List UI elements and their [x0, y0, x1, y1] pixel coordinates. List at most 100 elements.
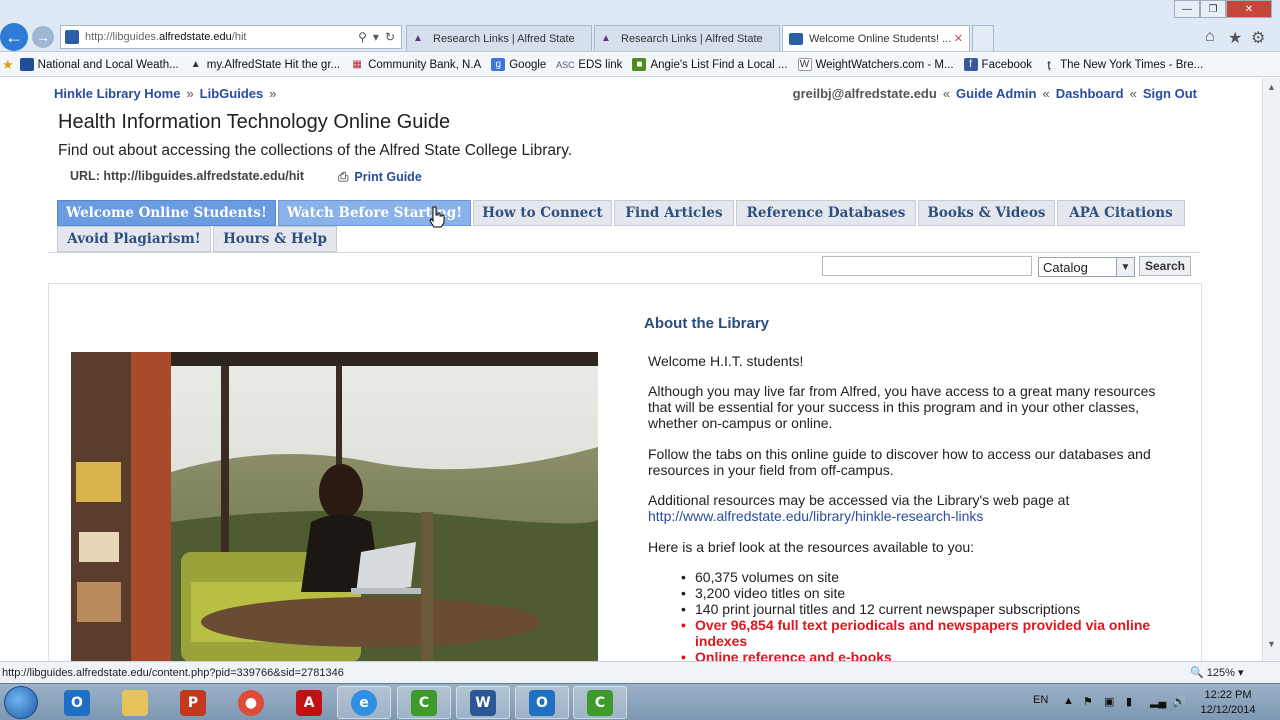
camtasia-recorder-taskbar-button[interactable]: C: [573, 686, 627, 719]
tabs-note-text: Follow the tabs on this online guide to …: [648, 446, 1151, 478]
hinkle-research-links-link[interactable]: http://www.alfredstate.edu/library/hinkl…: [648, 508, 1173, 524]
print-guide-link[interactable]: ⎙ Print Guide: [338, 169, 422, 185]
tab-title: Welcome Online Students! ...: [809, 32, 952, 45]
network-icon[interactable]: ▣: [1104, 695, 1114, 708]
favorites-star-icon[interactable]: ★: [1228, 28, 1242, 48]
address-url[interactable]: http://libguides.alfredstate.edu/hit: [85, 31, 358, 43]
status-url: http://libguides.alfredstate.edu/content…: [2, 666, 344, 679]
home-icon[interactable]: ⌂: [1205, 28, 1215, 46]
favorite-link[interactable]: National and Local Weath...: [19, 58, 179, 71]
signal-icon[interactable]: ▂▄: [1150, 695, 1166, 708]
word-taskbar-button[interactable]: W: [456, 686, 510, 719]
tab-find-articles[interactable]: Find Articles: [614, 200, 734, 226]
tab-apa-citations[interactable]: APA Citations: [1057, 200, 1185, 226]
favorite-link[interactable]: f Facebook: [963, 58, 1032, 71]
user-email: greilbj@alfredstate.edu: [792, 86, 937, 101]
refresh-icon[interactable]: ↻: [385, 30, 395, 44]
add-favorite-star-icon[interactable]: ★: [2, 57, 14, 73]
acrobat-taskbar-button[interactable]: A: [282, 686, 336, 719]
start-button[interactable]: [4, 686, 38, 719]
power-icon[interactable]: ▮: [1126, 695, 1132, 708]
guide-admin-link[interactable]: Guide Admin: [956, 86, 1036, 101]
explorer-taskbar-button[interactable]: [108, 686, 162, 719]
maximize-button[interactable]: ❐: [1200, 0, 1226, 18]
browser-tab-active[interactable]: Welcome Online Students! ... ✕: [782, 25, 970, 51]
scroll-down-icon[interactable]: ▼: [1267, 639, 1276, 649]
sign-out-link[interactable]: Sign Out: [1143, 86, 1197, 101]
powerpoint-taskbar-button[interactable]: P: [166, 686, 220, 719]
vertical-scrollbar[interactable]: ▲ ▼: [1262, 78, 1280, 661]
tab-avoid-plagiarism[interactable]: Avoid Plagiarism!: [57, 226, 211, 252]
list-item: 3,200 video titles on site: [681, 585, 1175, 601]
user-links: greilbj@alfredstate.edu «Guide Admin «Dash…: [792, 86, 1197, 101]
new-tab-button[interactable]: [972, 25, 994, 51]
dropdown-icon[interactable]: ▾: [373, 30, 379, 44]
alfred-state-icon: ▲: [190, 59, 201, 70]
libguides-icon: [789, 32, 803, 45]
dashboard-link[interactable]: Dashboard: [1056, 86, 1124, 101]
forward-button[interactable]: →: [32, 26, 54, 48]
camtasia-taskbar-button[interactable]: C: [397, 686, 451, 719]
tab-how-to-connect[interactable]: How to Connect: [473, 200, 612, 226]
favorite-link[interactable]: ▲ my.AlfredState Hit the gr...: [189, 58, 340, 71]
minimize-button[interactable]: —: [1174, 0, 1200, 18]
site-favicon-icon: [65, 30, 79, 44]
tab-reference-databases[interactable]: Reference Databases: [736, 200, 916, 226]
hinkle-library-home-link[interactable]: Hinkle Library Home: [54, 86, 180, 101]
close-tab-icon[interactable]: ✕: [954, 32, 963, 45]
close-window-button[interactable]: ✕: [1226, 0, 1272, 18]
search-source-select[interactable]: Catalog ▼: [1038, 257, 1135, 277]
favorite-link[interactable]: ▦ Community Bank, N.A: [350, 58, 481, 71]
ie-taskbar-button[interactable]: e: [337, 686, 391, 719]
browser-tab[interactable]: ▲ Research Links | Alfred State: [406, 25, 592, 51]
clock[interactable]: 12:22 PM 12/12/2014: [1196, 688, 1260, 718]
scroll-up-icon[interactable]: ▲: [1267, 82, 1276, 92]
list-item-highlight: Over 96,854 full text periodicals and ne…: [681, 617, 1175, 649]
taskbar: O P ● A e C W O C EN ▲ ⚑ ▣ ▮ ▂▄ 🔊 12:22 …: [0, 683, 1280, 720]
language-indicator[interactable]: EN: [1033, 694, 1048, 706]
word-icon: W: [470, 689, 496, 716]
chrome-taskbar-button[interactable]: ●: [224, 686, 278, 719]
search-input[interactable]: [822, 256, 1032, 276]
tab-title: Research Links | Alfred State: [433, 32, 575, 45]
weightwatchers-icon: W: [797, 58, 812, 71]
list-item-highlight: Online reference and e-books: [681, 649, 1175, 661]
eds-icon: ASC: [556, 59, 575, 70]
favorite-link[interactable]: ■ Angie's List Find a Local ...: [632, 58, 788, 71]
back-button[interactable]: ←: [0, 23, 28, 51]
google-icon: g: [491, 58, 506, 71]
tab-books-videos[interactable]: Books & Videos: [918, 200, 1055, 226]
favorite-link[interactable]: ASC EDS link: [556, 58, 622, 71]
status-bar: http://libguides.alfredstate.edu/content…: [0, 661, 1280, 683]
address-bar[interactable]: http://libguides.alfredstate.edu/hit ⚲ ▾…: [60, 25, 402, 49]
tab-welcome-online-students[interactable]: Welcome Online Students!: [57, 200, 276, 226]
search-button[interactable]: Search: [1139, 256, 1191, 276]
divider: [48, 252, 1200, 253]
settings-gear-icon[interactable]: ⚙: [1251, 28, 1265, 48]
brief-text: Here is a brief look at the resources av…: [648, 539, 975, 555]
zoom-control[interactable]: 🔍 125% ▾: [1190, 666, 1243, 679]
browser-tab[interactable]: ▲ Research Links | Alfred State: [594, 25, 780, 51]
favorite-link[interactable]: ṭ The New York Times - Bre...: [1042, 58, 1203, 72]
show-hidden-icons-icon[interactable]: ▲: [1063, 695, 1074, 707]
favorites-bar: ★ National and Local Weath... ▲ my.Alfred…: [0, 53, 1280, 77]
browser-chrome: ← → http://libguides.alfredstate.edu/hit…: [0, 0, 1280, 52]
breadcrumb: Hinkle Library Home» LibGuides»: [54, 86, 277, 101]
additional-text: Additional resources may be accessed via…: [648, 492, 1070, 508]
flag-icon[interactable]: ⚑: [1083, 695, 1093, 708]
favorite-link[interactable]: W WeightWatchers.com - M...: [797, 58, 954, 71]
folder-icon: [122, 689, 148, 716]
search-icon[interactable]: ⚲: [358, 30, 367, 44]
libguides-link[interactable]: LibGuides: [200, 86, 264, 101]
favorite-link[interactable]: g Google: [491, 58, 546, 71]
volume-icon[interactable]: 🔊: [1172, 695, 1186, 708]
printer-icon: ⎙: [338, 169, 349, 184]
facebook-icon: f: [963, 58, 978, 71]
outlook-taskbar-button[interactable]: O: [50, 686, 104, 719]
chevron-down-icon: ▼: [1116, 258, 1134, 276]
web-page: Hinkle Library Home» LibGuides» greilbj@a…: [0, 78, 1262, 661]
tab-title: Research Links | Alfred State: [621, 32, 763, 45]
outlook-window-taskbar-button[interactable]: O: [515, 686, 569, 719]
tab-hours-help[interactable]: Hours & Help: [213, 226, 337, 252]
weather-icon: [19, 58, 34, 71]
